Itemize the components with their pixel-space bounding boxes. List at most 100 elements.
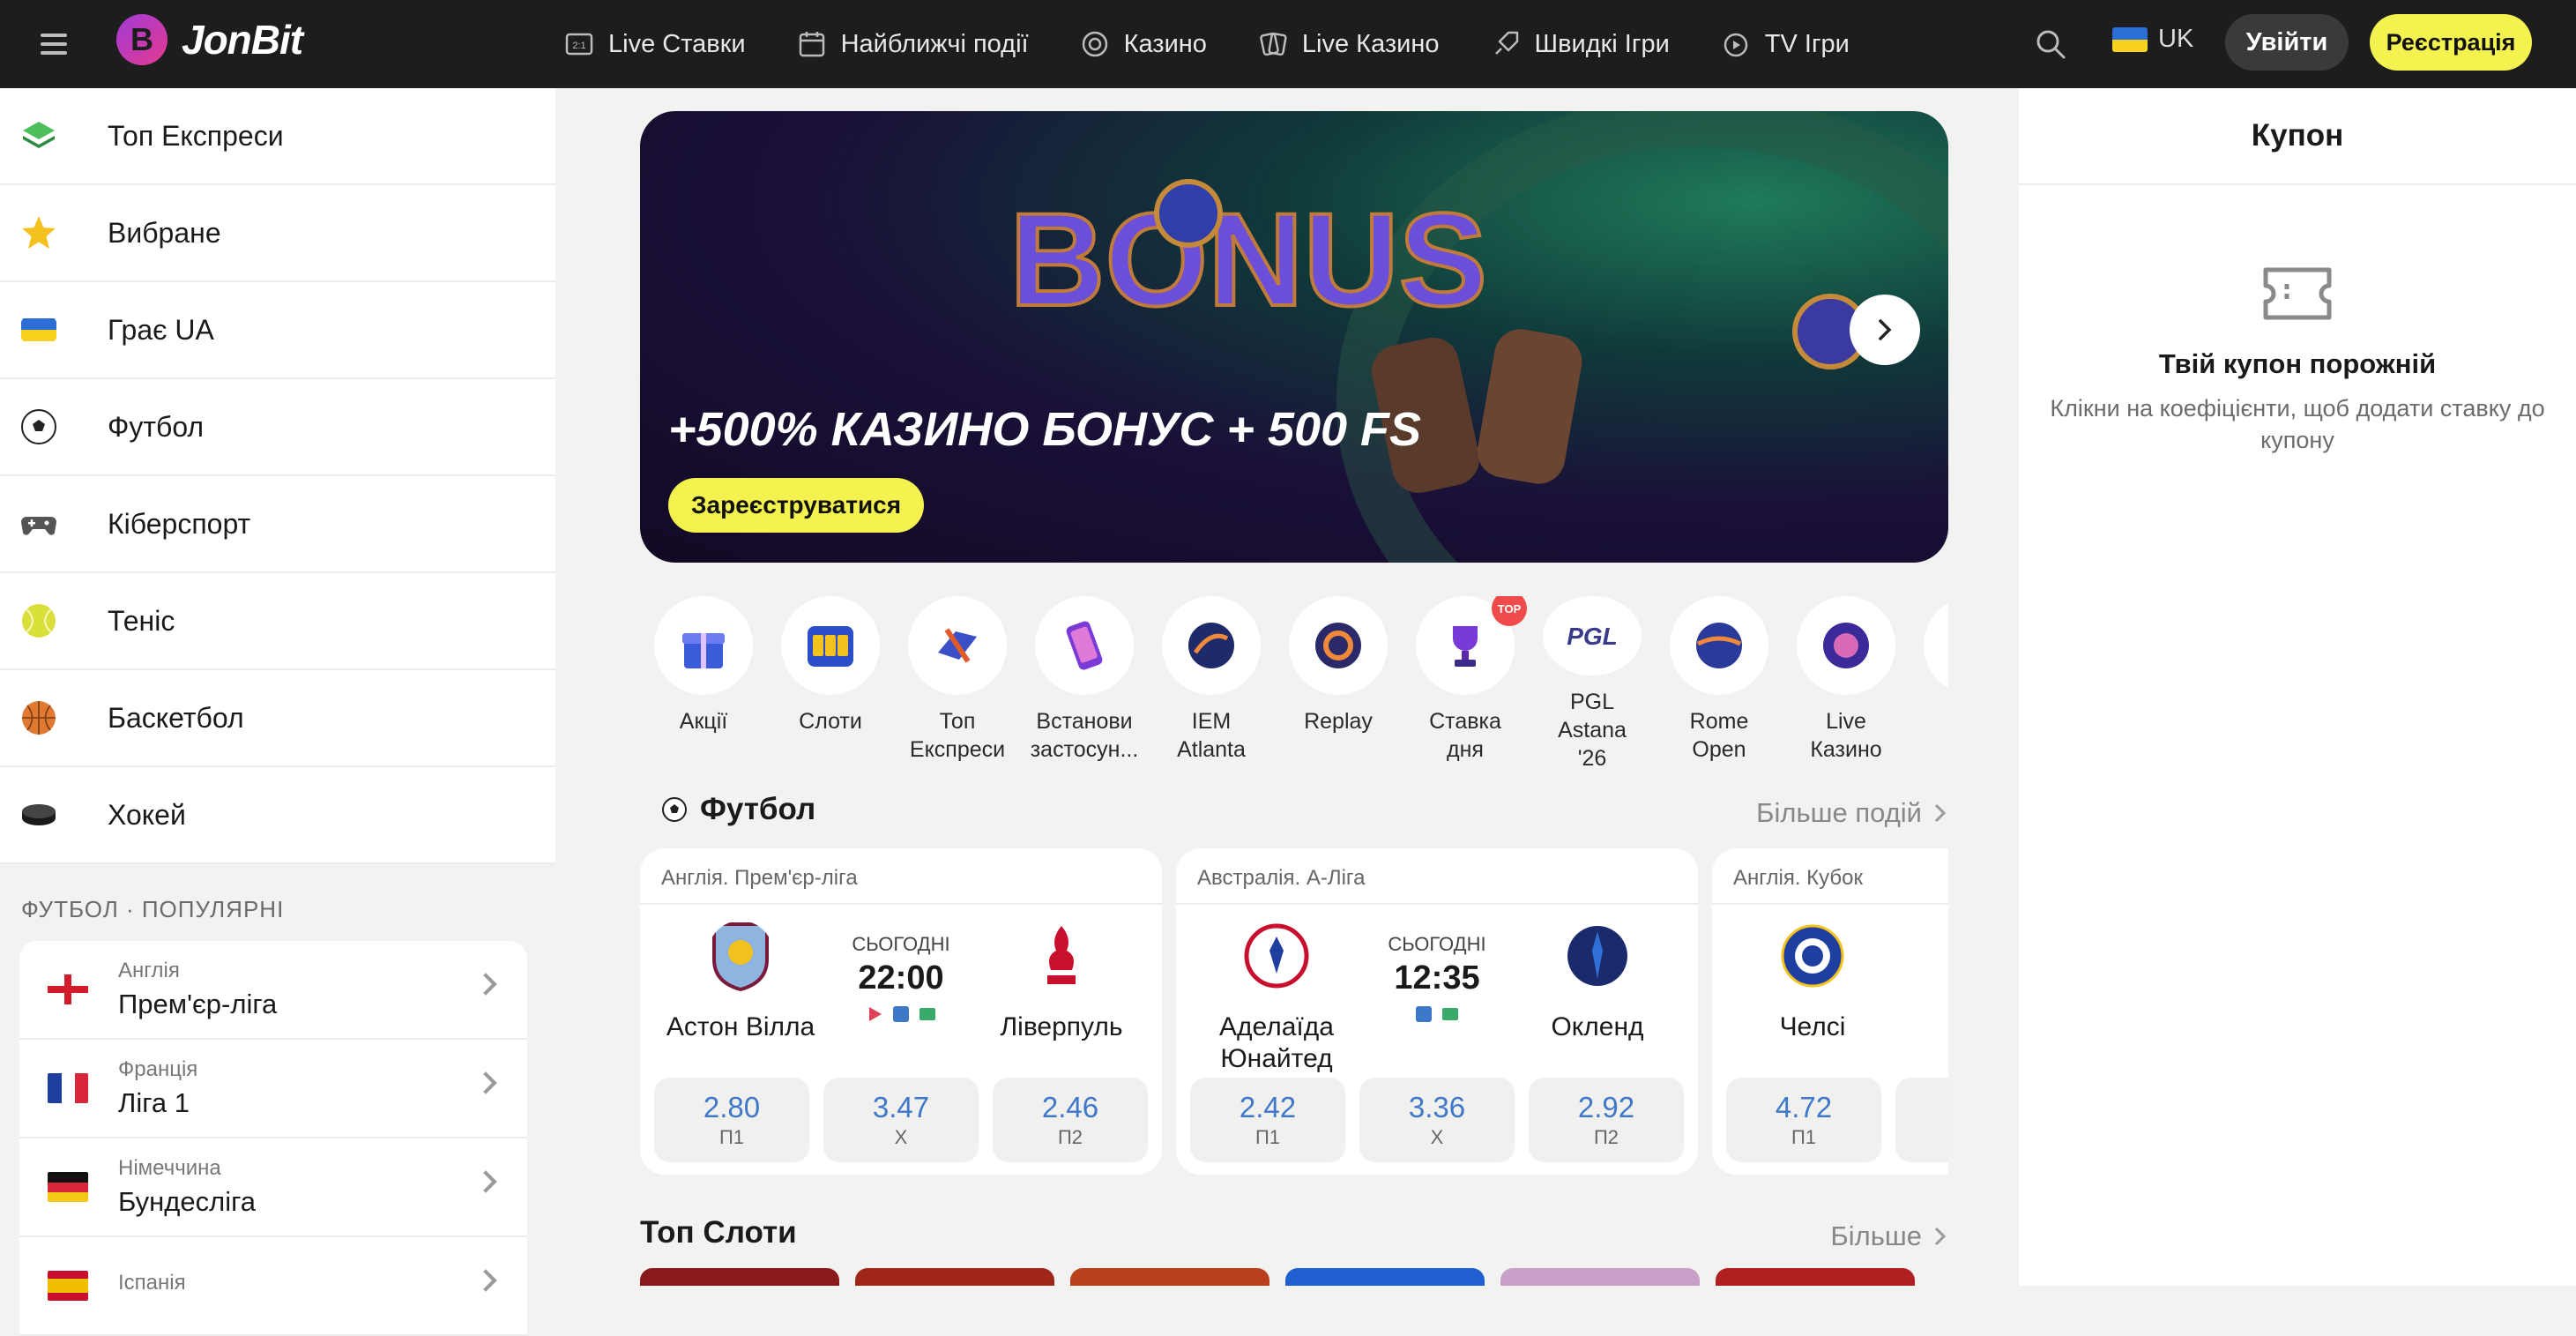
- slot-tile[interactable]: [1070, 1268, 1269, 1286]
- slot-tile[interactable]: [640, 1268, 839, 1286]
- quick-link-pgl-astana[interactable]: PGL PGL Astana '26: [1543, 596, 1642, 772]
- odd-value: 2.46: [1041, 1091, 1099, 1123]
- football-section-title: Футбол: [661, 792, 815, 827]
- odd-label: П1: [718, 1126, 745, 1148]
- login-button[interactable]: Увійти: [2225, 14, 2349, 71]
- nav-fast-games[interactable]: Швидкі Ігри: [1491, 29, 1670, 59]
- quick-link-top-express[interactable]: Топ Експреси: [908, 596, 1007, 772]
- league-item-premier-league[interactable]: Англія Прем'єр-ліга: [19, 941, 527, 1040]
- odd-button[interactable]: 2.42 П1: [1190, 1078, 1345, 1162]
- league-name: Бундесліга: [118, 1186, 256, 1217]
- phone-app-icon: [1066, 621, 1103, 670]
- chevron-right-icon: [474, 1071, 497, 1094]
- quick-link-promotions[interactable]: Акції: [654, 596, 753, 772]
- sidebar-item-plays-ua[interactable]: Грає UA: [0, 282, 555, 379]
- menu-icon[interactable]: [41, 28, 67, 60]
- slot-tile[interactable]: [1285, 1268, 1485, 1286]
- banner-register-button[interactable]: Зареєструватися: [668, 478, 925, 533]
- match-time: СЬОГОДНІ 22:00: [830, 933, 972, 1024]
- coupon-empty-title: Твій купон порожній: [2158, 348, 2437, 379]
- nav-casino[interactable]: Казино: [1080, 29, 1207, 59]
- home-team[interactable]: Челсі: [1724, 921, 1901, 1043]
- brand-logo[interactable]: B JonBit: [116, 14, 303, 65]
- slot-tile[interactable]: [1500, 1268, 1700, 1286]
- section-title-text: Футбол: [700, 792, 816, 826]
- away-team-name: Окленд: [1551, 1012, 1644, 1041]
- odd-button[interactable]: 2.46 П2: [993, 1078, 1148, 1162]
- quick-link-live-casino[interactable]: Live Казино: [1797, 596, 1895, 772]
- sidebar-item-label: Теніс: [108, 604, 175, 637]
- slot-tile[interactable]: [1716, 1268, 1915, 1286]
- sidebar-item-football[interactable]: Футбол: [0, 379, 555, 476]
- nav-tv-games[interactable]: TV Ігри: [1721, 29, 1850, 59]
- odd-button[interactable]: 2.80 П1: [654, 1078, 809, 1162]
- banner-art-text: BONUS: [1009, 185, 1487, 333]
- away-team[interactable]: Ліверпуль: [973, 921, 1150, 1043]
- home-team[interactable]: Астон Вілла: [652, 921, 829, 1043]
- quick-link-replay[interactable]: Replay: [1289, 596, 1388, 772]
- match-time: З 1: [1902, 933, 1948, 997]
- tennis-open-icon: [1696, 623, 1742, 668]
- away-team[interactable]: Окленд: [1509, 921, 1686, 1043]
- nav-label: Найближчі події: [840, 29, 1029, 58]
- banner-next-button[interactable]: [1850, 295, 1920, 365]
- odd-button[interactable]: 2.92 П2: [1529, 1078, 1684, 1162]
- odd-button[interactable]: [1895, 1078, 1948, 1162]
- popular-leagues-list: Англія Прем'єр-ліга Франція Ліга 1 Німеччи…: [19, 941, 527, 1336]
- sidebar-item-label: Грає UA: [108, 313, 214, 346]
- register-button[interactable]: Реєстрація: [2370, 14, 2532, 71]
- sidebar-item-favorites[interactable]: Вибране: [0, 185, 555, 282]
- quick-link-iem-atlanta[interactable]: IEM Atlanta: [1162, 596, 1261, 772]
- quick-link-rome-open[interactable]: Rome Open: [1670, 596, 1768, 772]
- quick-link-slots[interactable]: Слоти: [781, 596, 880, 772]
- tennis-ball-icon: [22, 604, 56, 638]
- search-icon[interactable]: [2033, 26, 2068, 62]
- casino-chip-icon: [1082, 31, 1107, 57]
- language-code: UK: [2158, 25, 2194, 53]
- sidebar-item-hockey[interactable]: Хокей: [0, 767, 555, 864]
- slots-more-link[interactable]: Більше: [1830, 1220, 1948, 1252]
- match-day: СЬОГОДНІ: [1388, 933, 1486, 955]
- football-more-link[interactable]: Більше подій: [1756, 797, 1948, 829]
- quick-link-install-app[interactable]: Встанови застосун...: [1031, 596, 1138, 772]
- nav-upcoming[interactable]: Найближчі події: [797, 29, 1029, 59]
- sidebar-item-tennis[interactable]: Теніс: [0, 573, 555, 670]
- chevron-right-icon: [474, 973, 497, 996]
- match-card[interactable]: Австралія. А-Ліга Аделаїда Юнайтед СЬОГО…: [1176, 848, 1698, 1175]
- odd-label: Х: [1430, 1126, 1444, 1148]
- more-link-label: Більше подій: [1756, 797, 1922, 828]
- field-icon: [1442, 1008, 1458, 1020]
- nav-live-casino[interactable]: Live Казино: [1258, 29, 1440, 59]
- adelaide-united-crest-icon: [1244, 923, 1309, 989]
- nav-live-bets[interactable]: 2:1 Live Ставки: [564, 29, 746, 59]
- odd-button[interactable]: 3.47 Х: [823, 1078, 979, 1162]
- language-selector[interactable]: UK: [2112, 25, 2193, 54]
- promo-banner[interactable]: BONUS +500% КАЗИНО БОНУС + 500 FS Зареєс…: [640, 111, 1948, 563]
- match-card[interactable]: Англія. Прем'єр-ліга Астон Вілла СЬОГОДН…: [640, 848, 1162, 1175]
- match-league: Англія. Кубок: [1712, 848, 1948, 905]
- chevron-right-icon: [1934, 1227, 1947, 1246]
- sidebar-item-top-express[interactable]: Топ Експреси: [0, 88, 555, 185]
- home-team-name: Челсі: [1779, 1012, 1846, 1041]
- slots-carousel: [640, 1268, 1915, 1286]
- quick-link-label: Встанови застосун...: [1030, 709, 1139, 762]
- calendar-icon: [799, 32, 824, 57]
- sidebar-item-esports[interactable]: Кіберспорт: [0, 476, 555, 573]
- replay-icon: [1315, 623, 1361, 668]
- league-item-ligue-1[interactable]: Франція Ліга 1: [19, 1040, 527, 1138]
- home-team[interactable]: Аделаїда Юнайтед: [1188, 921, 1365, 1075]
- quick-link-bet-of-day[interactable]: TOP Ставка дня: [1416, 596, 1527, 772]
- main-nav: 2:1 Live Ставки Найближчі події Казино L…: [564, 0, 1850, 88]
- quick-link-label: Rome Open: [1689, 709, 1749, 762]
- league-item-spain[interactable]: Іспанія: [19, 1237, 527, 1336]
- football-icon: [21, 409, 56, 444]
- match-card[interactable]: Англія. Кубок Челсі З 1 4.72 П1: [1712, 848, 1948, 1175]
- odds-row: 4.72 П1: [1726, 1078, 1948, 1162]
- league-item-bundesliga[interactable]: Німеччина Бундесліга: [19, 1138, 527, 1237]
- odd-button[interactable]: 4.72 П1: [1726, 1078, 1881, 1162]
- chelsea-crest-icon: [1781, 924, 1844, 988]
- sidebar-item-basketball[interactable]: Баскетбол: [0, 670, 555, 767]
- slot-tile[interactable]: [855, 1268, 1054, 1286]
- quick-link-more[interactable]: Ст: [1924, 596, 1948, 772]
- odd-button[interactable]: 3.36 Х: [1359, 1078, 1515, 1162]
